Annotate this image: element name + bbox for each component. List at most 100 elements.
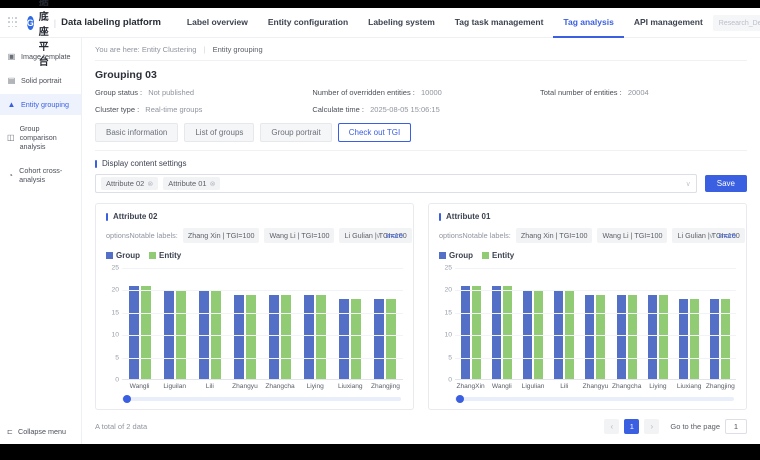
brand-logo-icon: G: [27, 16, 34, 30]
breadcrumb-prefix[interactable]: You are here: Entity Clustering: [95, 45, 196, 54]
main-nav: Label overview Entity configuration Labe…: [177, 8, 713, 38]
bar-entity[interactable]: [472, 286, 481, 380]
tab-basic-information[interactable]: Basic information: [95, 123, 178, 142]
chevron-down-icon[interactable]: ∨: [709, 232, 714, 240]
bar-entity[interactable]: [316, 295, 326, 380]
notable-label-chip: Wang Li | TGI=100: [597, 228, 667, 243]
bar-group[interactable]: [129, 286, 139, 380]
bar-entity[interactable]: [141, 286, 151, 380]
sidebar-item-group-comparison[interactable]: ◫ Group comparison analysis: [0, 118, 81, 157]
remove-tag-icon[interactable]: ⊗: [210, 180, 216, 188]
attribute-multiselect[interactable]: Attribute 02 ⊗ Attribute 01 ⊗ ∨: [95, 174, 697, 193]
bar-entity[interactable]: [281, 295, 291, 380]
bar-group[interactable]: [617, 295, 626, 380]
pagination: ‹ 1 › Go to the page: [604, 419, 747, 434]
sidebar-item-image-template[interactable]: ▣ Image template: [0, 46, 81, 67]
chevron-down-icon: ∨: [686, 180, 691, 188]
bar-entity[interactable]: [721, 299, 730, 380]
bar-entity[interactable]: [690, 299, 699, 380]
bar-group[interactable]: [269, 295, 279, 380]
chart-scrollbar[interactable]: [122, 397, 401, 401]
image-template-icon: ▣: [7, 52, 16, 61]
breadcrumb: You are here: Entity Clustering | Entity…: [95, 45, 747, 61]
bar-group: [705, 268, 736, 380]
more-link[interactable]: more: [386, 231, 403, 240]
y-axis-tick: 20: [111, 287, 119, 294]
next-page-button[interactable]: ›: [644, 419, 659, 434]
remove-tag-icon[interactable]: ⊗: [147, 180, 153, 188]
bar-group[interactable]: [339, 299, 349, 380]
bar-group[interactable]: [374, 299, 384, 380]
tab-check-out-tgi[interactable]: Check out TGI: [338, 123, 411, 142]
section-accent-bar: [439, 213, 441, 221]
save-button[interactable]: Save: [705, 175, 747, 192]
scrollbar-handle[interactable]: [456, 395, 464, 403]
tab-group-portrait[interactable]: Group portrait: [260, 123, 331, 142]
calculate-time-field: Calculate time : 2025-08-05 15:06:15: [312, 105, 540, 114]
bar-group: [122, 268, 157, 380]
sidebar-item-entity-grouping[interactable]: ▲ Entity grouping: [0, 94, 81, 115]
y-axis-tick: 0: [448, 377, 452, 384]
goto-page-input[interactable]: [725, 419, 747, 434]
bar-entity[interactable]: [659, 295, 668, 380]
bar-entity[interactable]: [246, 295, 256, 380]
bar-group[interactable]: [648, 295, 657, 380]
prev-page-button[interactable]: ‹: [604, 419, 619, 434]
bar-group: [298, 268, 333, 380]
scrollbar-handle[interactable]: [123, 395, 131, 403]
bar-entity[interactable]: [503, 286, 512, 380]
bar-group[interactable]: [585, 295, 594, 380]
selected-attribute-tag: Attribute 02 ⊗: [101, 177, 158, 190]
apps-grid-icon[interactable]: [8, 17, 17, 28]
department-select[interactable]: Research_Development(大) ∨: [713, 15, 760, 31]
total-entities-value: 20004: [628, 88, 649, 97]
bar-group[interactable]: [304, 295, 314, 380]
legend-label: Entity: [159, 251, 181, 260]
grouping-icon: ▲: [7, 100, 16, 109]
app-window: G 数据底座平台 | Data labeling platform Label …: [0, 8, 760, 444]
sidebar-item-solid-portrait[interactable]: ▤ Solid portrait: [0, 70, 81, 91]
legend-item[interactable]: Group: [106, 251, 140, 260]
x-axis-label: Liying: [298, 383, 333, 390]
section-accent-bar: [95, 160, 97, 168]
nav-entity-configuration[interactable]: Entity configuration: [258, 8, 358, 38]
chart-y-axis: 2520151050: [106, 268, 122, 380]
chart-scrollbar[interactable]: [455, 397, 734, 401]
bar-entity[interactable]: [596, 295, 605, 380]
legend-item[interactable]: Entity: [482, 251, 514, 260]
attribute-cards: Attribute 02 optionsNotable labels: Zhan…: [95, 203, 747, 410]
bar-group[interactable]: [461, 286, 470, 380]
nav-api-management[interactable]: API management: [624, 8, 713, 38]
tab-list-of-groups[interactable]: List of groups: [184, 123, 254, 142]
bar-group[interactable]: [710, 299, 719, 380]
tag-label: Attribute 02: [106, 179, 144, 188]
bar-group[interactable]: [492, 286, 501, 380]
page-number-button[interactable]: 1: [624, 419, 639, 434]
bar-group[interactable]: [679, 299, 688, 380]
legend-item[interactable]: Group: [439, 251, 473, 260]
nav-tag-task-management[interactable]: Tag task management: [445, 8, 554, 38]
chevron-down-icon[interactable]: ∨: [376, 232, 381, 240]
nav-label-overview[interactable]: Label overview: [177, 8, 258, 38]
collapse-menu-label: Collapse menu: [18, 427, 66, 436]
sidebar-item-cohort-cross-analysis[interactable]: ◔ Cohort cross-analysis: [0, 160, 81, 190]
x-axis-label: Zhangcha: [263, 383, 298, 390]
y-axis-tick: 10: [444, 332, 452, 339]
bar-entity[interactable]: [386, 299, 396, 380]
breadcrumb-separator: |: [204, 45, 206, 54]
x-axis-label: Zhangjing: [368, 383, 403, 390]
bar-group[interactable]: [234, 295, 244, 380]
nav-tag-analysis[interactable]: Tag analysis: [553, 8, 623, 38]
legend-item[interactable]: Entity: [149, 251, 181, 260]
nav-labeling-system[interactable]: Labeling system: [358, 8, 445, 38]
bar-group: [611, 268, 642, 380]
bar-group: [549, 268, 580, 380]
sidebar-item-label: Solid portrait: [21, 76, 61, 85]
bar-entity[interactable]: [628, 295, 637, 380]
detail-tabs: Basic information List of groups Group p…: [95, 123, 747, 151]
collapse-menu-button[interactable]: ⊏ Collapse menu: [0, 419, 81, 444]
more-link[interactable]: more: [719, 231, 736, 240]
bar-entity[interactable]: [351, 299, 361, 380]
chart-x-axis: ZhangXinWangliLigulianLiliZhangyuZhangch…: [455, 383, 736, 390]
x-axis-label: Liuxiang: [333, 383, 368, 390]
